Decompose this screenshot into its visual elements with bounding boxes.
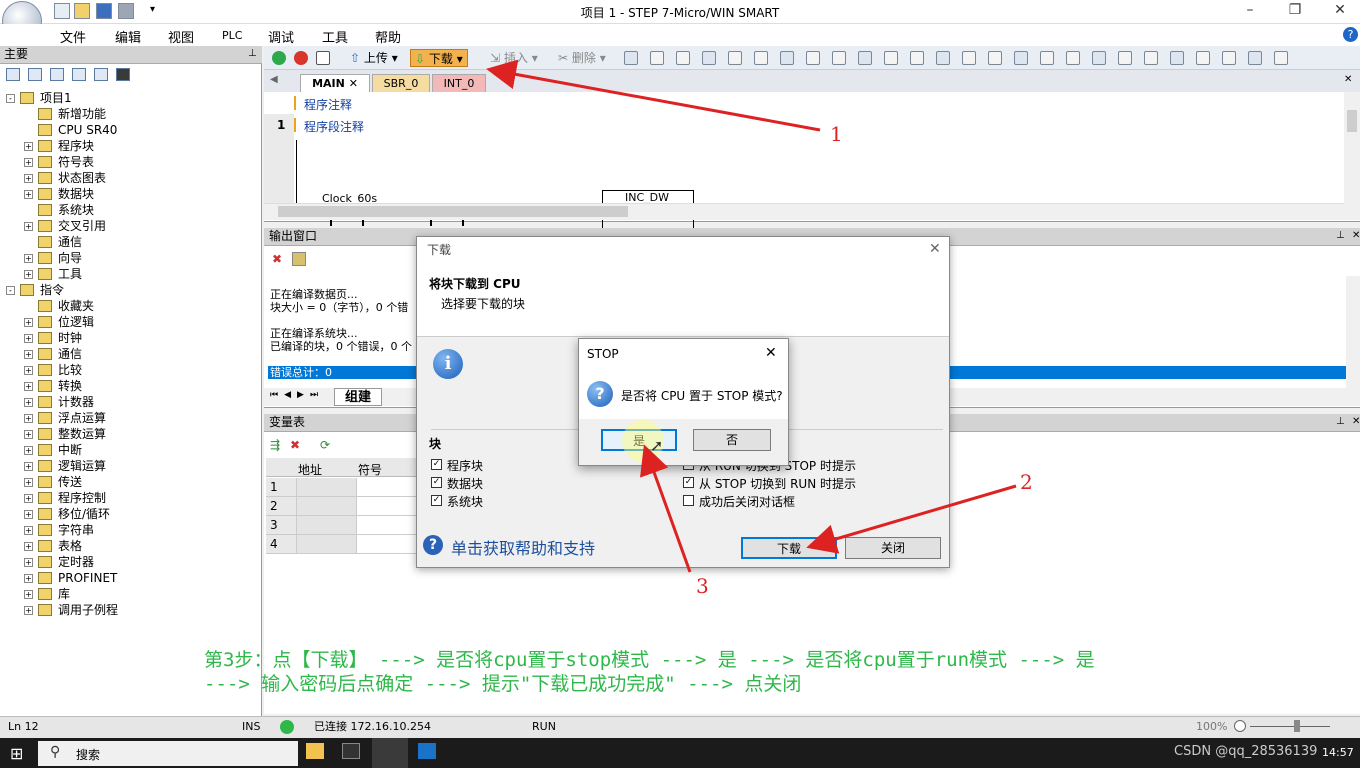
annotation-3: 3 — [696, 574, 709, 598]
arrow-1 — [486, 59, 821, 132]
annotation-1: 1 — [830, 122, 843, 146]
annotation-arrows — [486, 59, 1017, 573]
arrow-2 — [806, 484, 1017, 554]
arrow-3 — [640, 444, 692, 573]
annotation-2: 2 — [1020, 470, 1033, 494]
